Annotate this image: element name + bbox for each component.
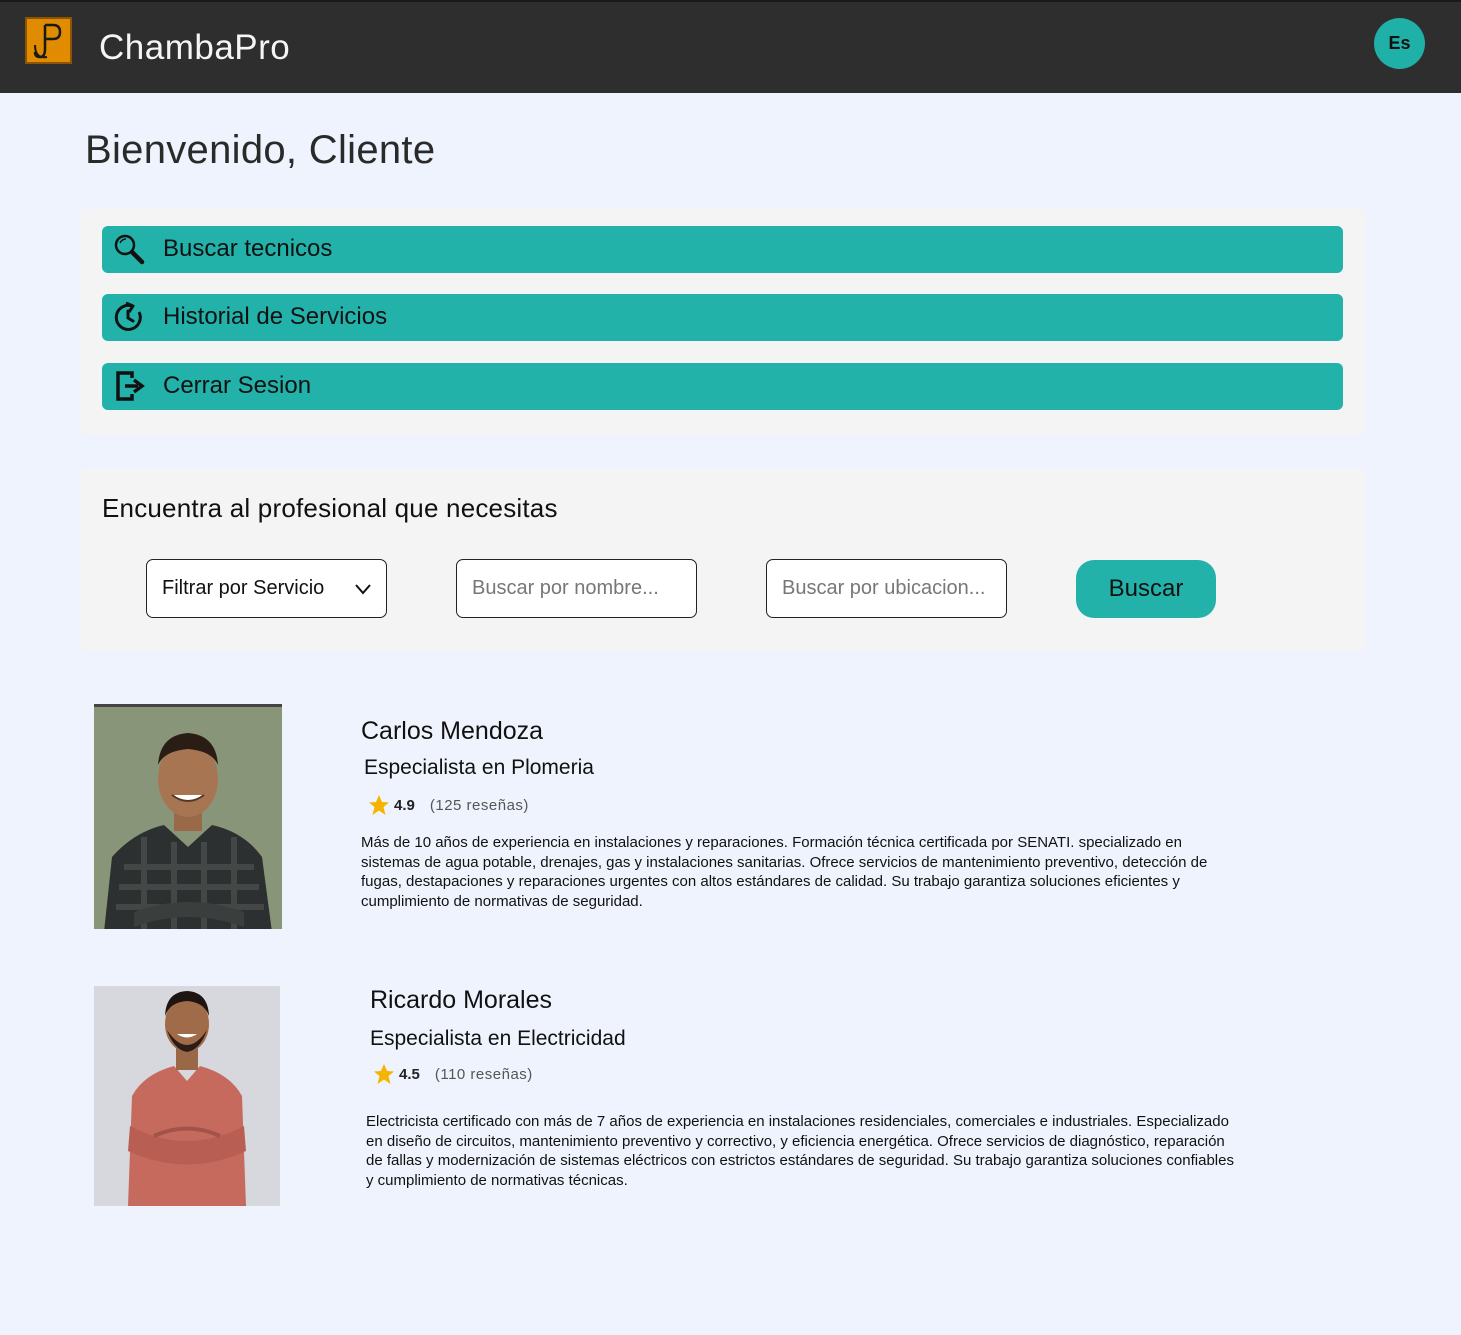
page-title: Bienvenido, Cliente (85, 128, 436, 172)
professional-photo[interactable] (94, 704, 282, 929)
star-icon (374, 1064, 394, 1084)
location-search-field[interactable] (766, 559, 1007, 618)
rating-score: 4.5 (399, 1065, 420, 1083)
professional-rating: 4.9 (125 reseñas) (368, 794, 529, 816)
review-count[interactable]: (110 reseñas) (435, 1066, 533, 1083)
search-icon (112, 232, 146, 266)
search-technicians-label: Buscar tecnicos (163, 235, 333, 262)
search-technicians-button[interactable]: Buscar tecnicos (102, 226, 1343, 273)
name-search-field[interactable] (456, 559, 697, 618)
professional-description: Electricista certificado con más de 7 añ… (366, 1113, 1234, 1189)
top-bar: ChambaPro Es (0, 0, 1461, 93)
professional-rating: 4.5 (110 reseñas) (373, 1063, 533, 1085)
professional-specialty: Especialista en Electricidad (370, 1027, 626, 1050)
chambapro-logo-icon[interactable] (25, 17, 72, 64)
chevron-down-icon (354, 580, 372, 598)
review-count[interactable]: (125 reseñas) (430, 797, 529, 814)
brand-name[interactable]: ChambaPro (99, 28, 290, 68)
user-avatar[interactable]: Es (1374, 18, 1425, 69)
logout-button[interactable]: Cerrar Sesion (102, 363, 1343, 410)
history-icon (112, 300, 146, 334)
logout-icon (112, 369, 146, 403)
rating-score: 4.9 (394, 796, 415, 814)
service-history-label: Historial de Servicios (163, 303, 388, 330)
professional-name[interactable]: Ricardo Morales (370, 986, 552, 1015)
service-filter-label: Filtrar por Servicio (162, 577, 325, 599)
search-section-title: Encuentra al profesional que necesitas (102, 493, 558, 523)
professional-photo[interactable] (94, 986, 280, 1206)
search-button[interactable]: Buscar (1076, 560, 1216, 618)
professional-description: Más de 10 años de experiencia en instala… (361, 834, 1208, 910)
professional-name[interactable]: Carlos Mendoza (361, 717, 543, 746)
location-search-input[interactable] (782, 577, 1006, 600)
service-history-button[interactable]: Historial de Servicios (102, 294, 1343, 341)
professional-specialty: Especialista en Plomeria (364, 756, 594, 779)
name-search-input[interactable] (472, 577, 696, 600)
service-filter-select[interactable]: Filtrar por Servicio (146, 559, 387, 618)
star-icon (369, 795, 389, 815)
logout-label: Cerrar Sesion (163, 372, 312, 399)
